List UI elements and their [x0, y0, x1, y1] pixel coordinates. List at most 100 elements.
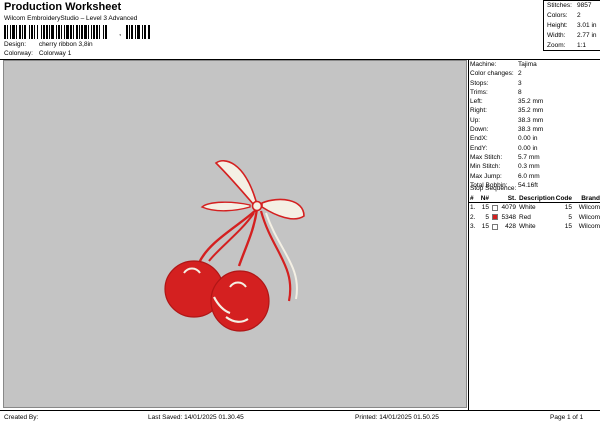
table-row: 2. 5 5348 Red 5 Wilcom — [469, 213, 600, 223]
machine-info-row: Min Stitch: 0.3 mm — [469, 162, 600, 171]
stat-row: Height: 3.01 in — [544, 21, 600, 31]
barcode-bar — [70, 25, 72, 39]
barcode-bar — [43, 25, 45, 39]
cherry-ribbon-embroidery — [164, 159, 305, 332]
ribbon-tail-left — [208, 212, 255, 262]
machine-info-row: Down: 38.3 mm — [469, 125, 600, 134]
row-code: 15 — [564, 204, 572, 211]
barcode-bar — [135, 25, 136, 39]
machine-info-value: 35.2 mm — [518, 98, 544, 106]
stop-sequence-table: # N# St. Description Code Brand 1. 15 4079… — [469, 194, 600, 232]
machine-info-label: Up: — [470, 116, 481, 124]
barcode-bar — [46, 25, 48, 39]
machine-info-label: Color changes: — [470, 70, 514, 78]
barcode-bar — [148, 25, 150, 39]
footer: Created By: Last Saved: 14/01/2025 01.30… — [0, 410, 600, 424]
footer-last-saved: Last Saved: 14/01/2025 01.30.45 — [148, 414, 244, 421]
machine-info-value: 0.00 in — [518, 135, 538, 143]
row-code: 5 — [568, 213, 572, 221]
barcode-bar — [51, 25, 54, 39]
barcode-bar — [10, 25, 11, 39]
machine-info-value: 54.16ft — [518, 181, 538, 189]
row-brand: Wilcom — [578, 223, 600, 230]
barcode-bar — [142, 25, 143, 39]
machine-info-label: Stops: — [470, 79, 489, 87]
colorway-row: Colorway: Colorway 1 — [4, 50, 71, 57]
machine-info-value: 38.3 mm — [518, 116, 544, 124]
machine-info-row: Stops: 3 — [469, 79, 600, 88]
row-needle: 5 — [485, 213, 489, 221]
barcode-bar — [22, 25, 23, 39]
barcode-bar — [105, 25, 107, 39]
row-num: 3. — [470, 223, 476, 230]
machine-info-row: Right: 35.2 mm — [469, 106, 600, 115]
machine-info-value: 5.7 mm — [518, 153, 540, 161]
barcode-bar — [79, 25, 80, 39]
barcode-bar — [129, 25, 130, 39]
header-needle: N# — [480, 195, 489, 202]
machine-info-value: 35.2 mm — [518, 107, 544, 115]
color-swatch — [492, 204, 498, 211]
table-row: 1. 15 4079 White 15 Wilcom — [469, 203, 600, 213]
barcode-bar — [19, 25, 21, 39]
header-code: Code — [555, 195, 572, 202]
stop-sequence-title: Stop Sequence: — [470, 185, 517, 192]
barcode-bar — [31, 25, 33, 39]
stat-label: Width: — [547, 32, 566, 39]
stat-row: Colors: 2 — [544, 11, 600, 21]
barcode-bar — [64, 25, 65, 39]
machine-info-value: 8 — [518, 88, 522, 96]
barcode-bar — [131, 25, 133, 39]
row-num: 1. — [470, 204, 476, 211]
barcode-bar — [84, 25, 87, 39]
stat-value: 3.01 in — [577, 22, 597, 29]
barcode-bar — [66, 25, 69, 39]
row-description: White — [519, 223, 536, 230]
machine-info-label: Min Stitch: — [470, 163, 501, 171]
design-row: Design: cherry ribbon 3,8in — [4, 41, 93, 48]
machine-info-row: Max Jump: 6.0 mm — [469, 172, 600, 181]
machine-info-value: 2 — [518, 70, 522, 78]
stat-row: Stitches: 9857 — [544, 1, 600, 11]
stat-value: 2.77 in — [577, 32, 597, 39]
header-swatch — [489, 194, 501, 202]
machine-info-row: Color changes: 2 — [469, 69, 600, 78]
barcode-bar — [37, 25, 38, 39]
software-subtitle: Wilcom EmbroideryStudio – Level 3 Advanc… — [4, 15, 138, 22]
stat-label: Stitches: — [547, 2, 572, 9]
stat-label: Height: — [547, 22, 568, 29]
barcode-bar — [76, 25, 78, 39]
stat-value: 2 — [577, 12, 581, 19]
design-preview-canvas — [3, 60, 467, 408]
barcode-bar — [34, 25, 35, 39]
barcode-bar — [49, 25, 50, 39]
stat-row: Zoom: 1:1 — [544, 41, 600, 51]
barcode-bar — [103, 25, 104, 39]
header-brand: Brand — [581, 195, 600, 202]
machine-info-label: Max Jump: — [470, 172, 502, 180]
color-swatch — [492, 214, 498, 221]
barcode-bar — [61, 25, 62, 39]
stats-box: Stitches: 9857 Colors: 2 Height: 3.01 in Wi… — [543, 0, 600, 51]
barcode-bar — [137, 25, 140, 39]
bow-loop-small — [200, 201, 251, 212]
stat-label: Zoom: — [547, 42, 566, 49]
machine-info-value: 3 — [518, 79, 522, 87]
stat-value: 9857 — [577, 2, 592, 9]
machine-info-value: 38.3 mm — [518, 126, 544, 134]
barcode-bar — [12, 25, 15, 39]
colorway-value: Colorway 1 — [38, 50, 72, 57]
stat-label: Colors: — [547, 12, 568, 19]
machine-info-row: Trims: 8 — [469, 88, 600, 97]
design-label: Design: — [4, 41, 27, 48]
barcode-bar — [126, 25, 128, 39]
machine-info-value: 0.00 in — [518, 144, 538, 152]
bow-loop-right — [261, 198, 305, 220]
row-swatch — [489, 213, 501, 223]
row-brand: Wilcom — [578, 213, 600, 221]
barcode-bar — [58, 25, 60, 39]
row-swatch — [489, 222, 501, 232]
barcode-bar — [81, 25, 83, 39]
machine-info-value: 0.3 mm — [518, 163, 540, 171]
barcode-bar — [73, 25, 74, 39]
